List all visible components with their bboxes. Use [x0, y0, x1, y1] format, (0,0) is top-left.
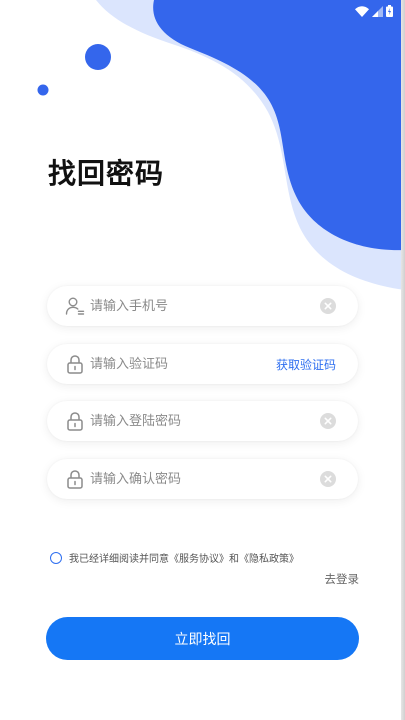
user-icon: [65, 297, 85, 315]
confirm-password-field[interactable]: [47, 459, 358, 499]
lock-icon: [67, 355, 83, 374]
background-decoration: [37, 0, 405, 290]
small-blue-dot: [37, 84, 49, 96]
agreement-row: 我已经详细阅读并同意《服务协议》和《隐私政策》: [50, 550, 299, 565]
screen: 找回密码 获取验证码: [0, 0, 405, 720]
agreement-text: 我已经详细阅读并同意《服务协议》和《隐私政策》: [69, 550, 299, 565]
large-blue-dot: [85, 44, 111, 70]
battery-icon: [386, 5, 393, 17]
clear-icon[interactable]: [320, 298, 336, 314]
confirm-password-input[interactable]: [90, 467, 300, 491]
goto-login-link[interactable]: 去登录: [325, 571, 360, 587]
wifi-icon: [355, 5, 369, 17]
scroll-edge: [401, 0, 405, 720]
agreement-joiner: 和: [229, 554, 239, 565]
lock-icon: [67, 470, 83, 489]
page-title: 找回密码: [48, 157, 165, 190]
agreement-prefix: 我已经详细阅读并同意: [69, 554, 169, 565]
verification-code-field[interactable]: 获取验证码: [47, 344, 358, 384]
signal-icon: [372, 5, 383, 17]
submit-button[interactable]: 立即找回: [46, 617, 359, 660]
lock-icon: [67, 412, 83, 431]
status-bar: [355, 3, 393, 19]
agreement-radio[interactable]: [50, 551, 62, 564]
clear-icon[interactable]: [320, 471, 336, 487]
phone-input[interactable]: [90, 294, 300, 318]
service-agreement-link[interactable]: 《服务协议》: [169, 554, 229, 565]
phone-field[interactable]: [47, 286, 358, 326]
clear-icon[interactable]: [320, 413, 336, 429]
password-input[interactable]: [90, 409, 300, 433]
password-field[interactable]: [47, 401, 358, 441]
privacy-policy-link[interactable]: 《隐私政策》: [239, 554, 299, 565]
verification-code-input[interactable]: [90, 352, 300, 376]
get-code-button[interactable]: 获取验证码: [276, 356, 336, 373]
blue-blob: [153, 0, 405, 251]
